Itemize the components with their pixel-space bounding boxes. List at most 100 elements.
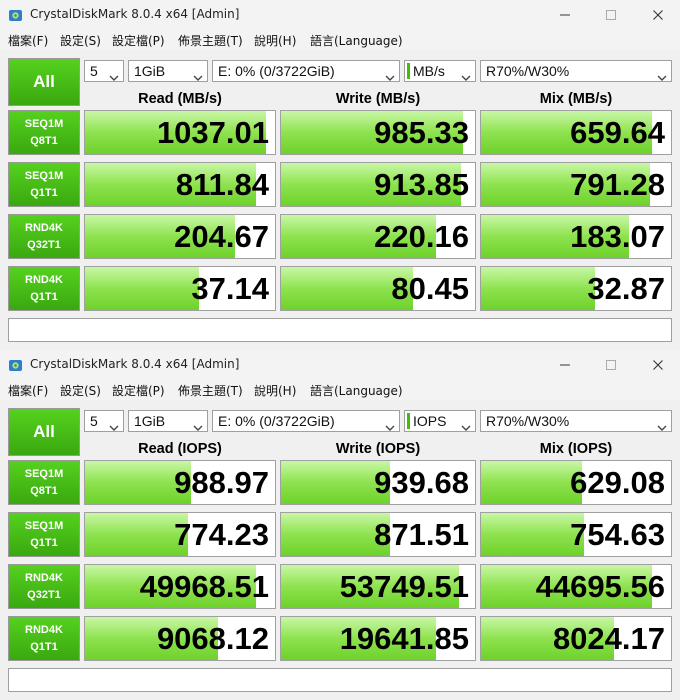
result-value: 53749.51 [339,569,469,604]
result-value: 811.84 [175,167,269,202]
result-cell: 1037.01 [84,110,276,155]
menu-item[interactable]: 說明(H) [254,382,296,399]
result-cell: 811.84 [84,162,276,207]
test-queue: Q1T1 [30,291,58,303]
result-value: 791.28 [570,167,665,202]
comment-field[interactable] [8,318,672,342]
close-button[interactable] [643,5,673,25]
chevron-down-icon [461,417,471,437]
result-value: 988.97 [174,465,269,500]
drive-combo[interactable]: E: 0% (0/3722GiB) [212,410,400,432]
chevron-down-icon [385,417,395,437]
maximize-button[interactable] [596,5,626,25]
test-name: SEQ1M [24,118,64,130]
result-cell: 8024.17 [480,616,672,661]
chevron-down-icon [657,67,667,87]
minimize-button[interactable] [550,355,580,375]
result-bar [481,513,584,556]
test-row-button[interactable]: RND4K Q32T1 [8,564,80,609]
test-row-button[interactable]: SEQ1M Q8T1 [8,110,80,155]
test-queue: Q8T1 [30,135,58,147]
title-bar: CrystalDiskMark 8.0.4 x64 [Admin] [0,0,680,30]
result-cell: 44695.56 [480,564,672,609]
menu-item[interactable]: 設定(S) [60,382,101,399]
minimize-button[interactable] [550,5,580,25]
result-value: 37.14 [191,271,269,306]
minimize-icon [560,14,570,16]
result-bar [85,513,188,556]
count-combo[interactable]: 5 [84,410,124,432]
menu-item[interactable]: 佈景主題(T) [178,382,243,399]
menu-item[interactable]: 佈景主題(T) [178,32,243,49]
maximize-icon [606,10,616,20]
column-header: Write (IOPS) [335,441,421,457]
result-value: 183.07 [570,219,665,254]
test-row-button[interactable]: SEQ1M Q1T1 [8,162,80,207]
test-row-button[interactable]: RND4K Q32T1 [8,214,80,259]
result-value: 1037.01 [156,115,269,150]
size-combo[interactable]: 1GiB [128,410,208,432]
menu-item[interactable]: 檔案(F) [8,382,48,399]
result-cell: 32.87 [480,266,672,311]
result-cell: 53749.51 [280,564,476,609]
unit-combo[interactable]: MB/s [404,60,476,82]
menu-item[interactable]: 檔案(F) [8,32,48,49]
profile-combo[interactable]: R70%/W30% [480,60,672,82]
test-row-button[interactable]: SEQ1M Q8T1 [8,460,80,505]
result-cell: 183.07 [480,214,672,259]
result-value: 80.45 [391,271,469,306]
result-cell: 985.33 [280,110,476,155]
result-value: 204.67 [174,219,269,254]
column-header: Mix (IOPS) [539,441,613,457]
result-bar [85,267,199,310]
result-cell: 791.28 [480,162,672,207]
close-button[interactable] [643,355,673,375]
result-value: 629.08 [570,465,665,500]
profile-combo-value: R70%/W30% [486,63,570,79]
result-cell: 49968.51 [84,564,276,609]
drive-combo[interactable]: E: 0% (0/3722GiB) [212,60,400,82]
maximize-button[interactable] [596,355,626,375]
cdm-window-mbps: CrystalDiskMark 8.0.4 x64 [Admin] 檔案(F) 設定… [0,0,680,350]
count-combo-value: 5 [90,63,98,79]
test-row-button[interactable]: RND4K Q1T1 [8,616,80,661]
test-name: SEQ1M [24,468,64,480]
column-header: Write (MB/s) [335,91,421,107]
close-icon [653,360,663,370]
result-cell: 80.45 [280,266,476,311]
size-combo[interactable]: 1GiB [128,60,208,82]
profile-combo[interactable]: R70%/W30% [480,410,672,432]
result-cell: 871.51 [280,512,476,557]
result-cell: 913.85 [280,162,476,207]
unit-combo-value: MB/s [413,63,445,79]
chevron-down-icon [193,417,203,437]
unit-combo-value: IOPS [413,413,447,429]
column-header: Read (MB/s) [138,91,222,107]
unit-combo[interactable]: IOPS [404,410,476,432]
result-cell: 37.14 [84,266,276,311]
window-title: CrystalDiskMark 8.0.4 x64 [Admin] [30,357,240,371]
minimize-icon [560,364,570,366]
menu-item[interactable]: 設定檔(P) [112,32,165,49]
test-queue: Q1T1 [30,187,58,199]
run-all-button[interactable]: All [8,408,80,456]
test-row-button[interactable]: RND4K Q1T1 [8,266,80,311]
run-all-button[interactable]: All [8,58,80,106]
result-cell: 220.16 [280,214,476,259]
menu-item[interactable]: 設定(S) [60,32,101,49]
test-row-button[interactable]: SEQ1M Q1T1 [8,512,80,557]
menu-item[interactable]: 設定檔(P) [112,382,165,399]
test-queue: Q8T1 [30,485,58,497]
result-value: 939.68 [374,465,469,500]
comment-field[interactable] [8,668,672,692]
result-cell: 988.97 [84,460,276,505]
cdm-window-iops: CrystalDiskMark 8.0.4 x64 [Admin] 檔案(F) 設定… [0,350,680,700]
result-value: 754.63 [570,517,665,552]
result-value: 913.85 [374,167,469,202]
count-combo[interactable]: 5 [84,60,124,82]
chevron-down-icon [193,67,203,87]
menu-item[interactable]: 語言(Language) [310,382,403,399]
menu-item[interactable]: 語言(Language) [310,32,403,49]
menu-item[interactable]: 說明(H) [254,32,296,49]
test-queue: Q1T1 [30,537,58,549]
